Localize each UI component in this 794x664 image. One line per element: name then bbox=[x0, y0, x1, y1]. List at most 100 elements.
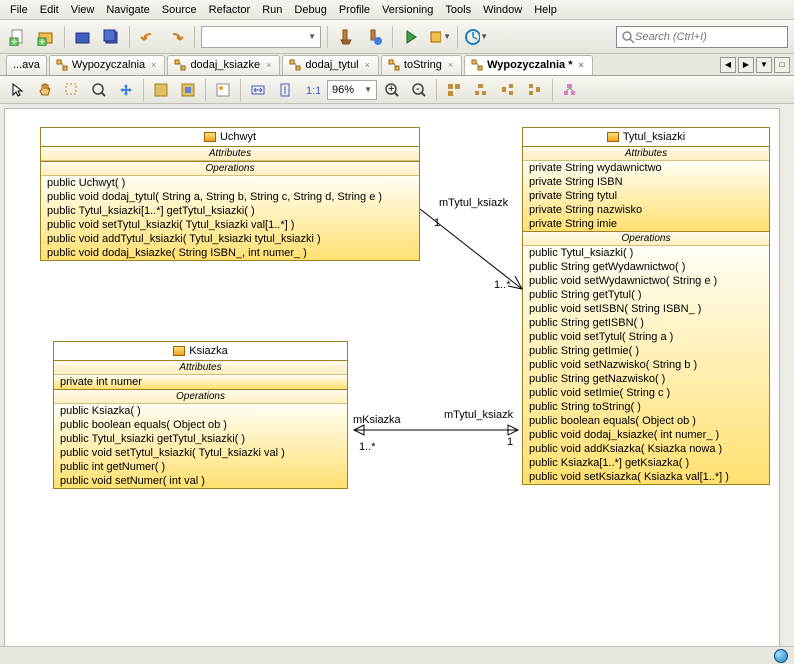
close-icon[interactable]: × bbox=[149, 60, 158, 70]
member-row[interactable]: public String toString( ) bbox=[523, 400, 769, 414]
member-row[interactable]: public void setNazwisko( String b ) bbox=[523, 358, 769, 372]
member-row[interactable]: public Ksiazka[1..*] getKsiazka( ) bbox=[523, 456, 769, 470]
menu-file[interactable]: File bbox=[4, 2, 34, 17]
menu-navigate[interactable]: Navigate bbox=[100, 2, 155, 17]
interactive-zoom-tool[interactable] bbox=[87, 78, 111, 102]
fit-diagram-button[interactable] bbox=[149, 78, 173, 102]
open-button[interactable] bbox=[71, 25, 95, 49]
member-row[interactable]: private String imie bbox=[523, 217, 769, 231]
close-icon[interactable]: × bbox=[446, 60, 455, 70]
pan-tool[interactable] bbox=[33, 78, 57, 102]
marquee-zoom-tool[interactable] bbox=[60, 78, 84, 102]
search-input[interactable] bbox=[635, 31, 783, 43]
redo-button[interactable] bbox=[164, 25, 188, 49]
member-row[interactable]: public String getISBN( ) bbox=[523, 316, 769, 330]
zoom-in-button[interactable]: + bbox=[380, 78, 404, 102]
new-project-button[interactable]: + bbox=[34, 25, 58, 49]
menu-refactor[interactable]: Refactor bbox=[203, 2, 257, 17]
fit-height-button[interactable] bbox=[273, 78, 297, 102]
member-row[interactable]: public Tytul_ksiazki getTytul_ksiazki( ) bbox=[54, 432, 347, 446]
layout-1-button[interactable] bbox=[442, 78, 466, 102]
uml-canvas[interactable]: Uchwyt Attributes Operations public Uchw… bbox=[4, 108, 780, 650]
member-row[interactable]: public void setTytul_ksiazki( Tytul_ksia… bbox=[41, 218, 419, 232]
fit-selection-button[interactable] bbox=[176, 78, 200, 102]
export-image-button[interactable] bbox=[211, 78, 235, 102]
zoom-combo[interactable]: 96%▼ bbox=[327, 80, 377, 100]
member-row[interactable]: public void dodaj_tytul( String a, Strin… bbox=[41, 190, 419, 204]
tab-dodaj-ksiazke[interactable]: dodaj_ksiazke× bbox=[167, 55, 280, 75]
member-row[interactable]: public void dodaj_ksiazke( int numer_ ) bbox=[523, 428, 769, 442]
tab-wypozyczalnia--[interactable]: Wypozyczalnia *× bbox=[464, 55, 593, 75]
member-row[interactable]: public void setTytul_ksiazki( Tytul_ksia… bbox=[54, 446, 347, 460]
config-combo[interactable]: ▼ bbox=[201, 26, 321, 48]
member-row[interactable]: public String getWydawnictwo( ) bbox=[523, 260, 769, 274]
member-row[interactable]: public void setWydawnictwo( String e ) bbox=[523, 274, 769, 288]
tab----ava[interactable]: ...ava bbox=[6, 55, 47, 75]
member-row[interactable]: public boolean equals( Object ob ) bbox=[54, 418, 347, 432]
close-icon[interactable]: × bbox=[363, 60, 372, 70]
move-tool[interactable] bbox=[114, 78, 138, 102]
member-row[interactable]: public void setTytul( String a ) bbox=[523, 330, 769, 344]
member-row[interactable]: public int getNumer( ) bbox=[54, 460, 347, 474]
tab-prev-button[interactable]: ◀ bbox=[720, 57, 736, 73]
select-tool[interactable] bbox=[6, 78, 30, 102]
menu-run[interactable]: Run bbox=[256, 2, 288, 17]
member-row[interactable]: public void setKsiazka( Ksiazka val[1..*… bbox=[523, 470, 769, 484]
member-row[interactable]: public Ksiazka( ) bbox=[54, 404, 347, 418]
apply-layout-button[interactable] bbox=[558, 78, 582, 102]
member-row[interactable]: public String getImie( ) bbox=[523, 344, 769, 358]
member-row[interactable]: public void setNumer( int val ) bbox=[54, 474, 347, 488]
menu-versioning[interactable]: Versioning bbox=[376, 2, 439, 17]
close-icon[interactable]: × bbox=[576, 60, 585, 70]
undo-button[interactable] bbox=[136, 25, 160, 49]
member-row[interactable]: public Tytul_ksiazki[1..*] getTytul_ksia… bbox=[41, 204, 419, 218]
layout-4-button[interactable] bbox=[523, 78, 547, 102]
layout-2-button[interactable] bbox=[469, 78, 493, 102]
build-button[interactable] bbox=[334, 25, 358, 49]
member-row[interactable]: public void dodaj_ksiazke( String ISBN_,… bbox=[41, 246, 419, 260]
member-row[interactable]: public void addTytul_ksiazki( Tytul_ksia… bbox=[41, 232, 419, 246]
member-row[interactable]: private String wydawnictwo bbox=[523, 161, 769, 175]
zoom-out-button[interactable]: - bbox=[407, 78, 431, 102]
member-row[interactable]: public String getNazwisko( ) bbox=[523, 372, 769, 386]
globe-icon[interactable] bbox=[774, 649, 788, 663]
save-all-button[interactable] bbox=[99, 25, 123, 49]
menu-tools[interactable]: Tools bbox=[439, 2, 477, 17]
run-button[interactable] bbox=[399, 25, 423, 49]
member-row[interactable]: private String ISBN bbox=[523, 175, 769, 189]
tab-tostring[interactable]: toString× bbox=[381, 55, 462, 75]
clean-build-button[interactable] bbox=[362, 25, 386, 49]
menu-edit[interactable]: Edit bbox=[34, 2, 65, 17]
member-row[interactable]: public void setISBN( String ISBN_ ) bbox=[523, 302, 769, 316]
tab-wypozyczalnia[interactable]: Wypozyczalnia× bbox=[49, 55, 166, 75]
fit-width-button[interactable] bbox=[246, 78, 270, 102]
class-tytul-ksiazki[interactable]: Tytul_ksiazki Attributes private String … bbox=[522, 127, 770, 485]
tab-dodaj-tytul[interactable]: dodaj_tytul× bbox=[282, 55, 378, 75]
member-row[interactable]: public Tytul_ksiazki( ) bbox=[523, 246, 769, 260]
member-row[interactable]: private String tytul bbox=[523, 189, 769, 203]
actual-size-button[interactable]: 1:1 bbox=[300, 78, 324, 102]
menu-debug[interactable]: Debug bbox=[288, 2, 332, 17]
tab-list-button[interactable]: ▼ bbox=[756, 57, 772, 73]
layout-3-button[interactable] bbox=[496, 78, 520, 102]
member-row[interactable]: private int numer bbox=[54, 375, 347, 389]
profile-button[interactable]: ▼ bbox=[464, 25, 488, 49]
class-ksiazka[interactable]: Ksiazka Attributes private int numer Ope… bbox=[53, 341, 348, 489]
class-uchwyt[interactable]: Uchwyt Attributes Operations public Uchw… bbox=[40, 127, 420, 261]
member-row[interactable]: public void setImie( String c ) bbox=[523, 386, 769, 400]
close-icon[interactable]: × bbox=[264, 60, 273, 70]
debug-button[interactable]: ▼ bbox=[427, 25, 451, 49]
tab-next-button[interactable]: ▶ bbox=[738, 57, 754, 73]
menu-window[interactable]: Window bbox=[477, 2, 528, 17]
menu-view[interactable]: View bbox=[65, 2, 101, 17]
menu-help[interactable]: Help bbox=[528, 2, 563, 17]
menu-profile[interactable]: Profile bbox=[333, 2, 376, 17]
menu-source[interactable]: Source bbox=[156, 2, 203, 17]
member-row[interactable]: public boolean equals( Object ob ) bbox=[523, 414, 769, 428]
member-row[interactable]: public void addKsiazka( Ksiazka nowa ) bbox=[523, 442, 769, 456]
member-row[interactable]: public String getTytul( ) bbox=[523, 288, 769, 302]
new-file-button[interactable]: + bbox=[6, 25, 30, 49]
member-row[interactable]: public Uchwyt( ) bbox=[41, 176, 419, 190]
maximize-button[interactable]: □ bbox=[774, 57, 790, 73]
member-row[interactable]: private String nazwisko bbox=[523, 203, 769, 217]
